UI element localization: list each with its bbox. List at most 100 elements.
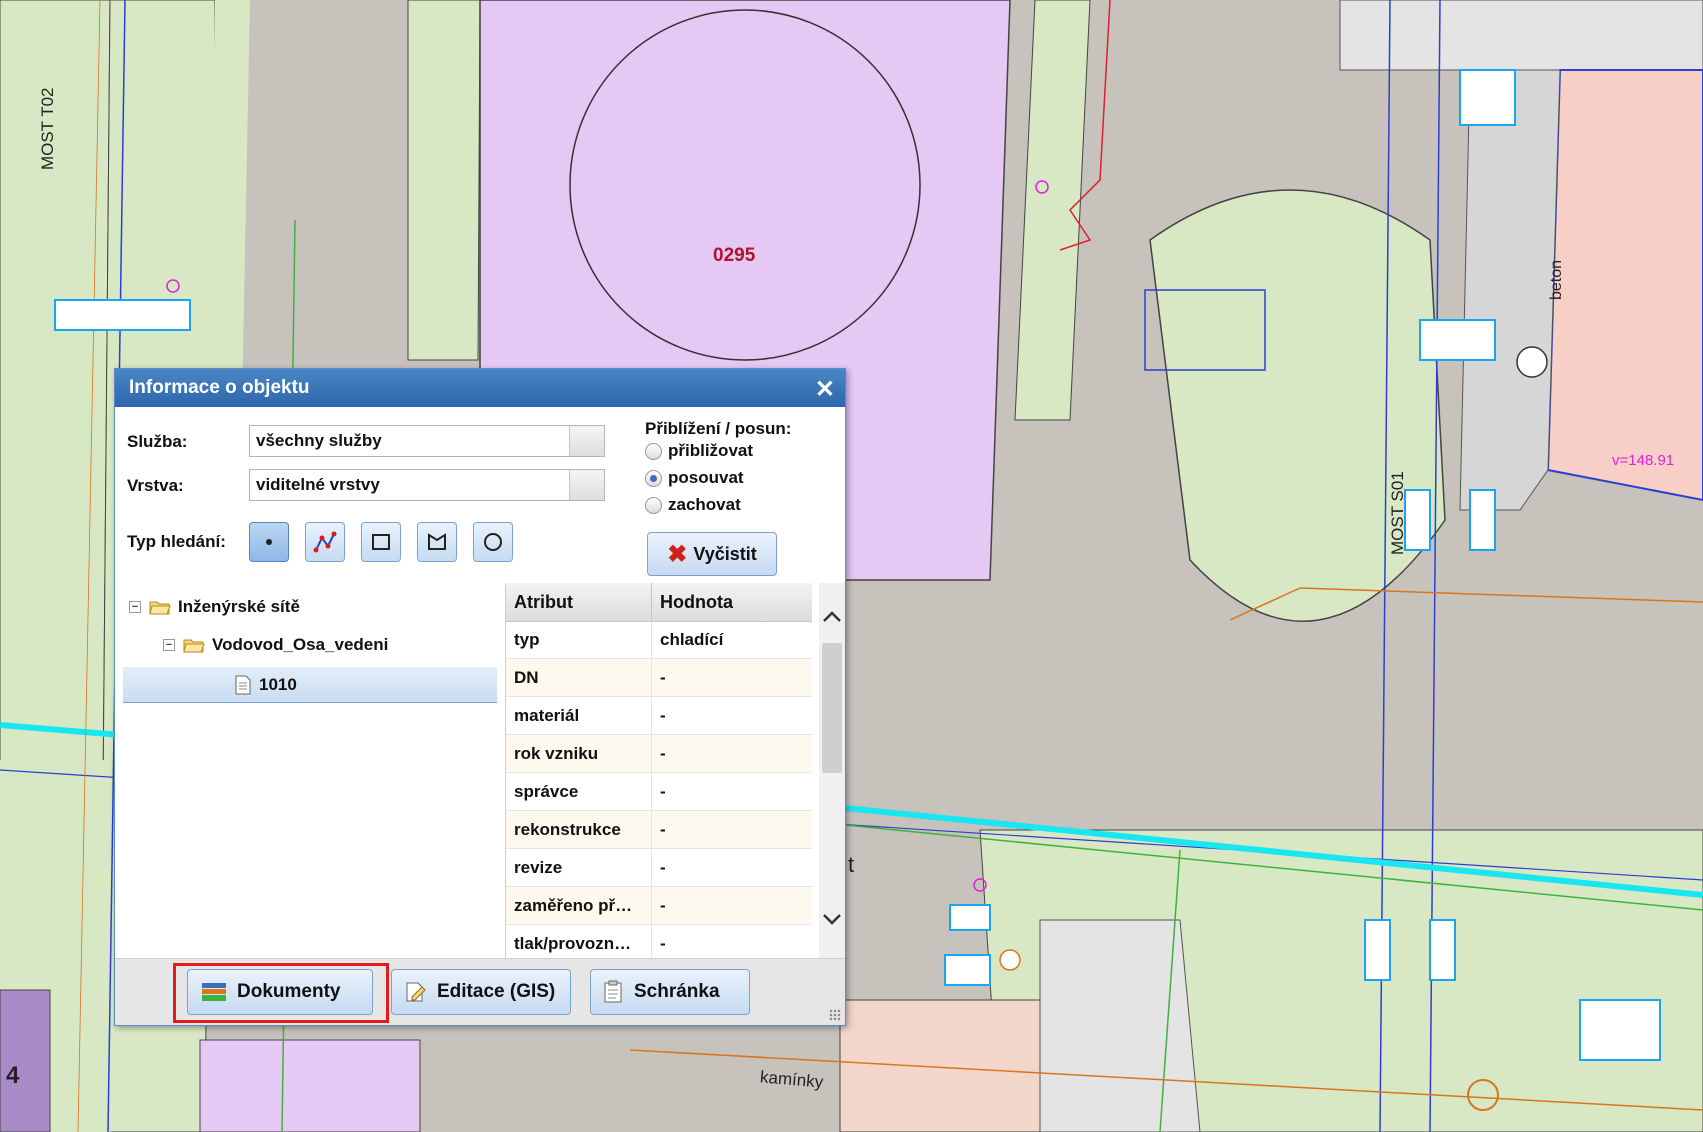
dialog-header[interactable]: Informace o objektu ✕: [115, 369, 845, 407]
zoom-option-keep[interactable]: zachovat: [645, 495, 741, 515]
scroll-up-icon[interactable]: [819, 607, 845, 627]
rectangle-tool-button[interactable]: [361, 522, 401, 562]
grid-cell-attribute: typ: [506, 621, 652, 658]
tree-root-label: Inženýrské sítě: [178, 597, 300, 616]
layer-dropdown-trigger[interactable]: [569, 470, 604, 500]
map-label-partial: t: [848, 852, 855, 877]
circle-tool-button[interactable]: [473, 522, 513, 562]
dialog-title: Informace o objektu: [129, 377, 310, 398]
grid-cell-attribute: revize: [506, 849, 652, 886]
edit-gis-button[interactable]: Editace (GIS): [391, 969, 571, 1015]
radio-pan-icon[interactable]: [645, 469, 662, 487]
grid-cell-value: chladící: [660, 630, 724, 649]
grid-row[interactable]: rok vzniku -: [506, 735, 812, 773]
clipboard-button[interactable]: Schránka: [590, 969, 750, 1015]
clear-button-label: Vyčistit: [693, 543, 757, 564]
point-tool-button[interactable]: [249, 522, 289, 562]
service-combo[interactable]: všechny služby: [249, 425, 605, 457]
grid-row[interactable]: typ chladící: [506, 621, 812, 659]
grid-cell-attribute: rok vzniku: [506, 735, 652, 772]
point-tool-icon: [266, 539, 272, 545]
books-icon: [202, 983, 226, 1001]
grid-cell-value: -: [660, 706, 666, 725]
grid-cell-attribute: správce: [506, 773, 652, 810]
tree-leaf-label: 1010: [259, 674, 297, 694]
zoom-option-pan-label: posouvat: [668, 468, 744, 487]
clipboard-icon: [604, 980, 622, 1003]
clear-button[interactable]: ✖ Vyčistit: [647, 532, 777, 576]
document-icon: [235, 675, 251, 694]
radio-keep-icon[interactable]: [645, 496, 662, 514]
clipboard-button-label: Schránka: [634, 981, 720, 1002]
folder-open-icon: [183, 639, 205, 653]
map-label-surface-beton: beton: [1548, 259, 1565, 300]
tree-child-label: Vodovod_Osa_vedeni: [212, 635, 389, 654]
service-value: všechny služby: [256, 431, 382, 450]
grid-header-value[interactable]: Hodnota: [652, 583, 812, 621]
grid-row[interactable]: materiál -: [506, 697, 812, 735]
folder-open-icon: [149, 601, 171, 615]
map-label-elevation: v=148.91: [1612, 452, 1675, 469]
grid-cell-value: -: [660, 858, 666, 877]
scroll-thumb[interactable]: [822, 643, 842, 773]
grid-cell-attribute: rekonstrukce: [506, 811, 652, 848]
map-label-bridge-t02: MOST T02: [38, 87, 57, 170]
scroll-down-icon[interactable]: [819, 909, 845, 929]
grid-cell-attribute: tlak/provozn…: [506, 925, 652, 962]
collapse-icon[interactable]: −: [129, 601, 141, 613]
clear-x-icon: ✖: [667, 540, 688, 568]
map-label-edge-number: 4: [6, 1062, 20, 1089]
resize-grip-icon[interactable]: [829, 1009, 841, 1021]
documents-button-label: Dokumenty: [237, 981, 341, 1002]
zoom-option-pan[interactable]: posouvat: [645, 468, 744, 488]
circle-tool-icon: [484, 533, 502, 551]
tree-node-root[interactable]: − Inženýrské sítě: [129, 589, 300, 625]
map-label-bridge-s01: MOST S01: [1388, 471, 1407, 555]
tree-node-leaf[interactable]: 1010: [123, 667, 497, 703]
grid-cell-value: -: [660, 896, 666, 915]
grid-row[interactable]: revize -: [506, 849, 812, 887]
polygon-tool-icon: [428, 533, 446, 550]
collapse-icon[interactable]: −: [163, 639, 175, 651]
grid-row[interactable]: rekonstrukce -: [506, 811, 812, 849]
edit-document-icon: [406, 982, 426, 1002]
grid-row[interactable]: DN -: [506, 659, 812, 697]
attribute-grid: Atribut Hodnota typ chladící DN - materiál…: [505, 583, 812, 965]
zoom-option-zoom[interactable]: přibližovat: [645, 441, 753, 461]
grid-cell-attribute: DN: [506, 659, 652, 696]
documents-button[interactable]: Dokumenty: [187, 969, 373, 1015]
search-type-label: Typ hledání:: [127, 532, 226, 551]
grid-cell-value: -: [660, 782, 666, 801]
grid-header: Atribut Hodnota: [506, 583, 812, 622]
object-info-dialog: Informace o objektu ✕ Služba: všechny sl…: [114, 368, 846, 1026]
grid-cell-value: -: [660, 820, 666, 839]
grid-scrollbar[interactable]: [819, 583, 845, 965]
result-tree: − Inženýrské sítě − Vodovod_Osa_vedeni 1…: [123, 583, 497, 937]
grid-cell-value: -: [660, 744, 666, 763]
polyline-tool-button[interactable]: [305, 522, 345, 562]
grid-row[interactable]: správce -: [506, 773, 812, 811]
zoom-pan-label: Přiblížení / posun:: [645, 419, 792, 438]
service-label: Služba:: [127, 432, 188, 451]
zoom-option-zoom-label: přibližovat: [668, 441, 754, 460]
grid-cell-attribute: zaměřeno př…: [506, 887, 652, 924]
layer-value: viditelné vrstvy: [256, 475, 380, 494]
edit-gis-button-label: Editace (GIS): [437, 981, 556, 1002]
polyline-tool-icon: [313, 531, 337, 553]
grid-row[interactable]: zaměřeno př… -: [506, 887, 812, 925]
layer-combo[interactable]: viditelné vrstvy: [249, 469, 605, 501]
service-dropdown-trigger[interactable]: [569, 426, 604, 456]
grid-cell-value: -: [660, 934, 666, 953]
rectangle-tool-icon: [372, 534, 390, 550]
polygon-tool-button[interactable]: [417, 522, 457, 562]
tree-node-child[interactable]: − Vodovod_Osa_vedeni: [163, 627, 388, 663]
radio-zoom-icon[interactable]: [645, 442, 662, 460]
dialog-footer: Dokumenty Editace (GIS) Schránka: [115, 958, 845, 1025]
layer-label: Vrstva:: [127, 476, 184, 495]
close-icon[interactable]: ✕: [815, 371, 835, 409]
grid-cell-value: -: [660, 668, 666, 687]
map-label-parcel: 0295: [713, 245, 756, 266]
grid-cell-attribute: materiál: [506, 697, 652, 734]
zoom-option-keep-label: zachovat: [668, 495, 741, 514]
grid-header-attribute[interactable]: Atribut: [506, 583, 652, 621]
